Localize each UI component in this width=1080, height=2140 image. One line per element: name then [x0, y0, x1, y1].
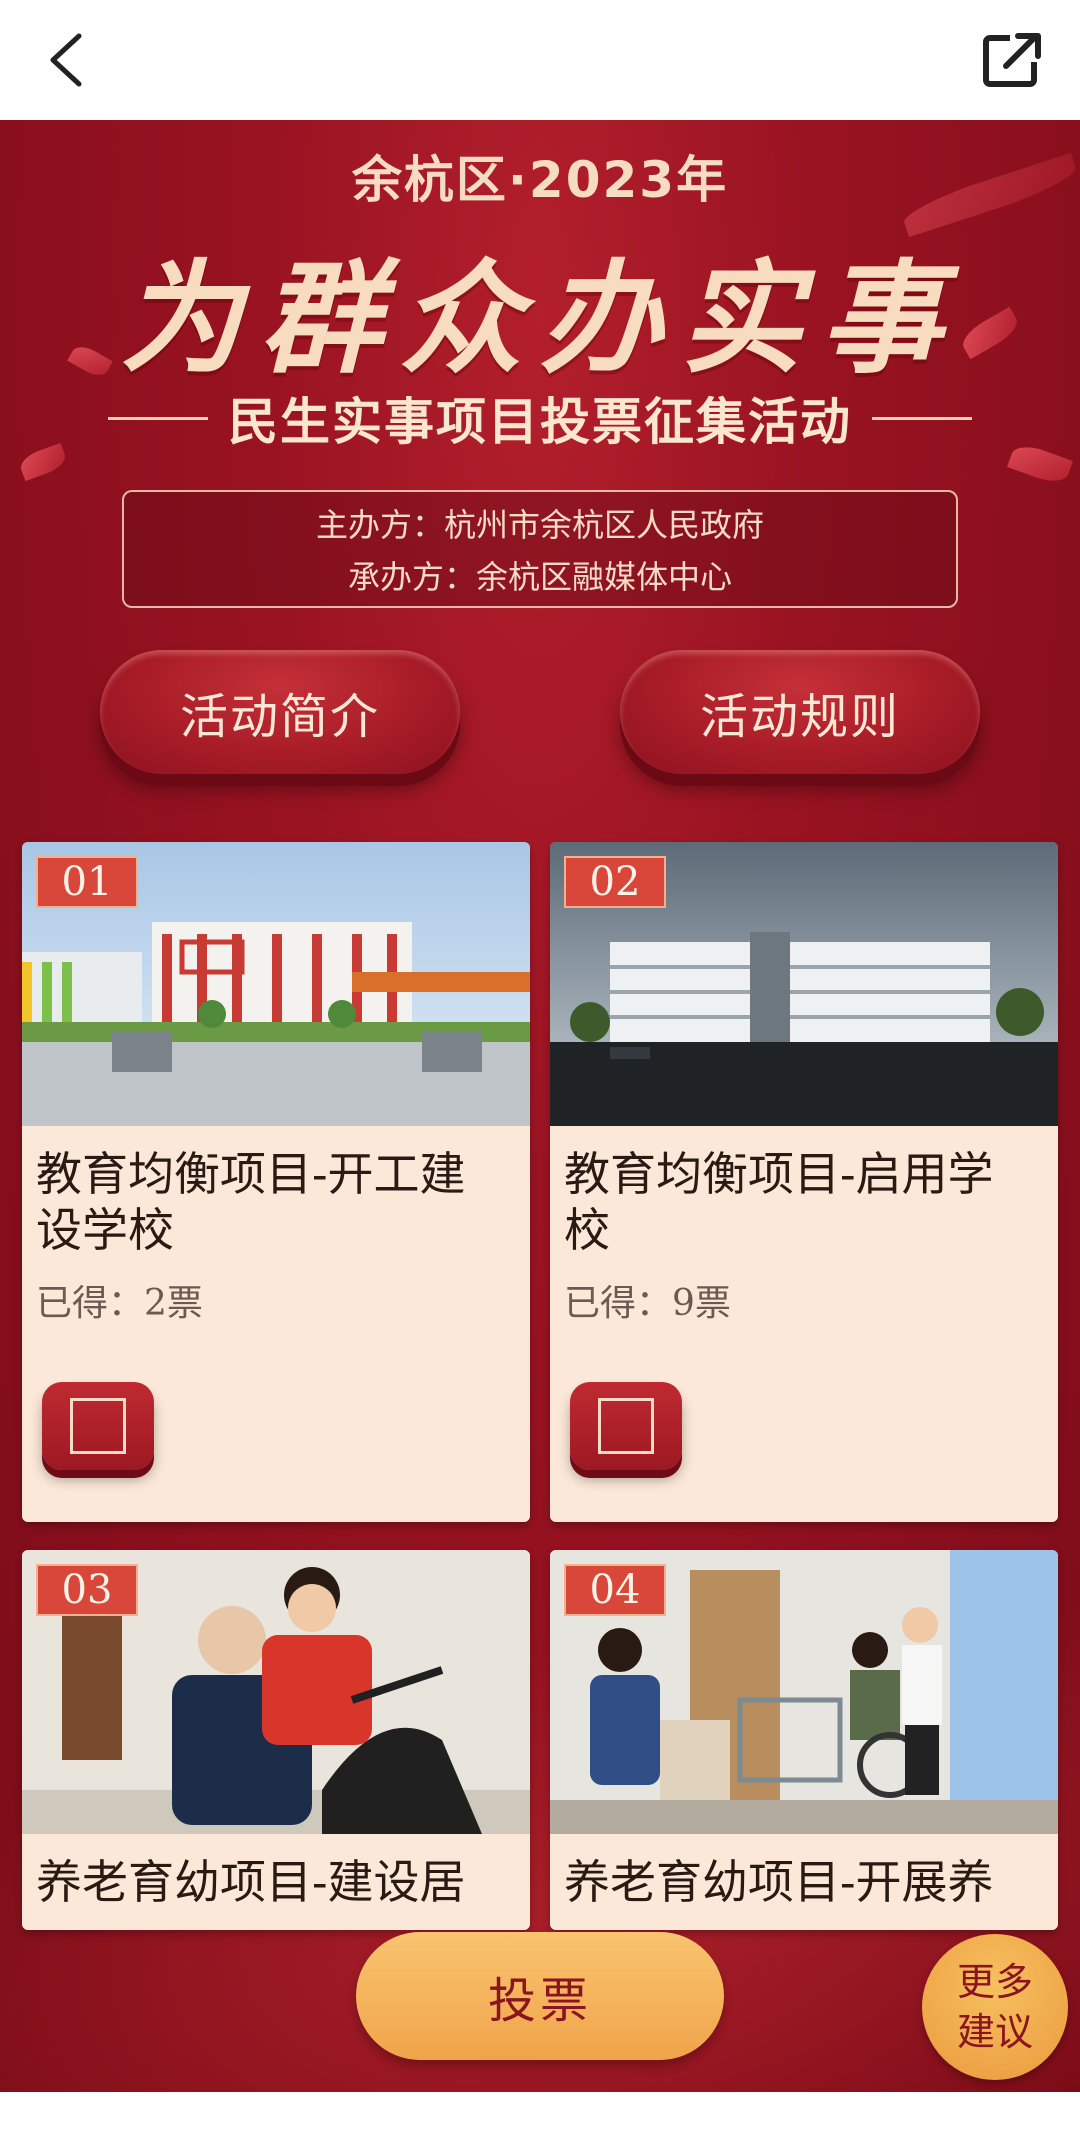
header-year: 余杭区·2023年 — [351, 151, 729, 209]
project-image: 04 — [550, 1550, 1058, 1834]
vote-checkbox[interactable] — [42, 1382, 154, 1470]
more-suggestions-button[interactable]: 更多 建议 — [922, 1934, 1068, 2080]
back-arrow-icon — [50, 33, 82, 87]
page-subtitle: 民生实事项目投票征集活动 — [228, 393, 852, 451]
vote-count: 已得：2票 — [36, 1283, 203, 1324]
share-button[interactable] — [974, 22, 1050, 98]
project-image: 02 — [550, 842, 1058, 1126]
project-number-badge: 04 — [564, 1564, 666, 1616]
project-card-03[interactable]: 03 养老育幼项目-建设居 — [22, 1550, 530, 1930]
page-title: 为群众办实事 — [120, 246, 960, 390]
project-number-badge: 01 — [36, 856, 138, 908]
project-card-02[interactable]: 02 教育均衡项目-启用学 校 已得：9票 — [550, 842, 1058, 1522]
more-button-label: 更多 — [956, 1960, 1033, 2004]
more-button-label: 建议 — [956, 2010, 1033, 2054]
co-organizer-text: 承办方：余杭区融媒体中心 — [347, 558, 732, 596]
checkbox-square-icon — [598, 1398, 654, 1454]
project-image: 03 — [22, 1550, 530, 1834]
project-title-line: 养老育幼项目-建设居 — [36, 1855, 466, 1909]
vote-count: 已得：9票 — [564, 1283, 731, 1324]
project-title-line: 校 — [564, 1203, 610, 1257]
bottom-safe-area — [0, 2092, 1080, 2140]
back-button[interactable] — [30, 22, 100, 98]
activity-page: 余杭区·2023年 为群众办实事 民生实事项目投票征集活动 主办方：杭州市余杭区… — [0, 120, 1080, 2092]
project-card-01[interactable]: 01 教育均衡项目-开工建 设学校 已得：2票 — [22, 842, 530, 1522]
share-external-icon — [983, 33, 1041, 87]
top-nav-bar — [0, 0, 1080, 120]
activity-intro-button[interactable]: 活动简介 — [100, 650, 460, 774]
checkbox-square-icon — [70, 1398, 126, 1454]
project-title-line: 教育均衡项目-启用学 — [564, 1147, 994, 1201]
vote-button[interactable]: 投票 — [356, 1932, 724, 2060]
project-title: 养老育幼项目-开展养 — [550, 1834, 1058, 1910]
project-title-line: 设学校 — [36, 1203, 174, 1257]
project-title: 教育均衡项目-开工建 设学校 — [22, 1126, 530, 1258]
divider — [872, 416, 972, 420]
subtitle-row: 民生实事项目投票征集活动 — [0, 382, 1080, 454]
organizer-box: 主办方：杭州市余杭区人民政府 承办方：余杭区融媒体中心 — [122, 490, 958, 608]
project-title: 教育均衡项目-启用学 校 — [550, 1126, 1058, 1258]
project-title: 养老育幼项目-建设居 — [22, 1834, 530, 1910]
project-number-badge: 03 — [36, 1564, 138, 1616]
project-card-04[interactable]: 04 养老育幼项目-开展养 — [550, 1550, 1058, 1930]
project-number-badge: 02 — [564, 856, 666, 908]
vote-checkbox[interactable] — [570, 1382, 682, 1470]
activity-rules-button[interactable]: 活动规则 — [620, 650, 980, 774]
organizer-text: 主办方：杭州市余杭区人民政府 — [315, 506, 764, 544]
project-title-line: 教育均衡项目-开工建 — [36, 1147, 466, 1201]
project-title-line: 养老育幼项目-开展养 — [564, 1855, 994, 1909]
divider — [108, 416, 208, 420]
project-image: 01 — [22, 842, 530, 1126]
